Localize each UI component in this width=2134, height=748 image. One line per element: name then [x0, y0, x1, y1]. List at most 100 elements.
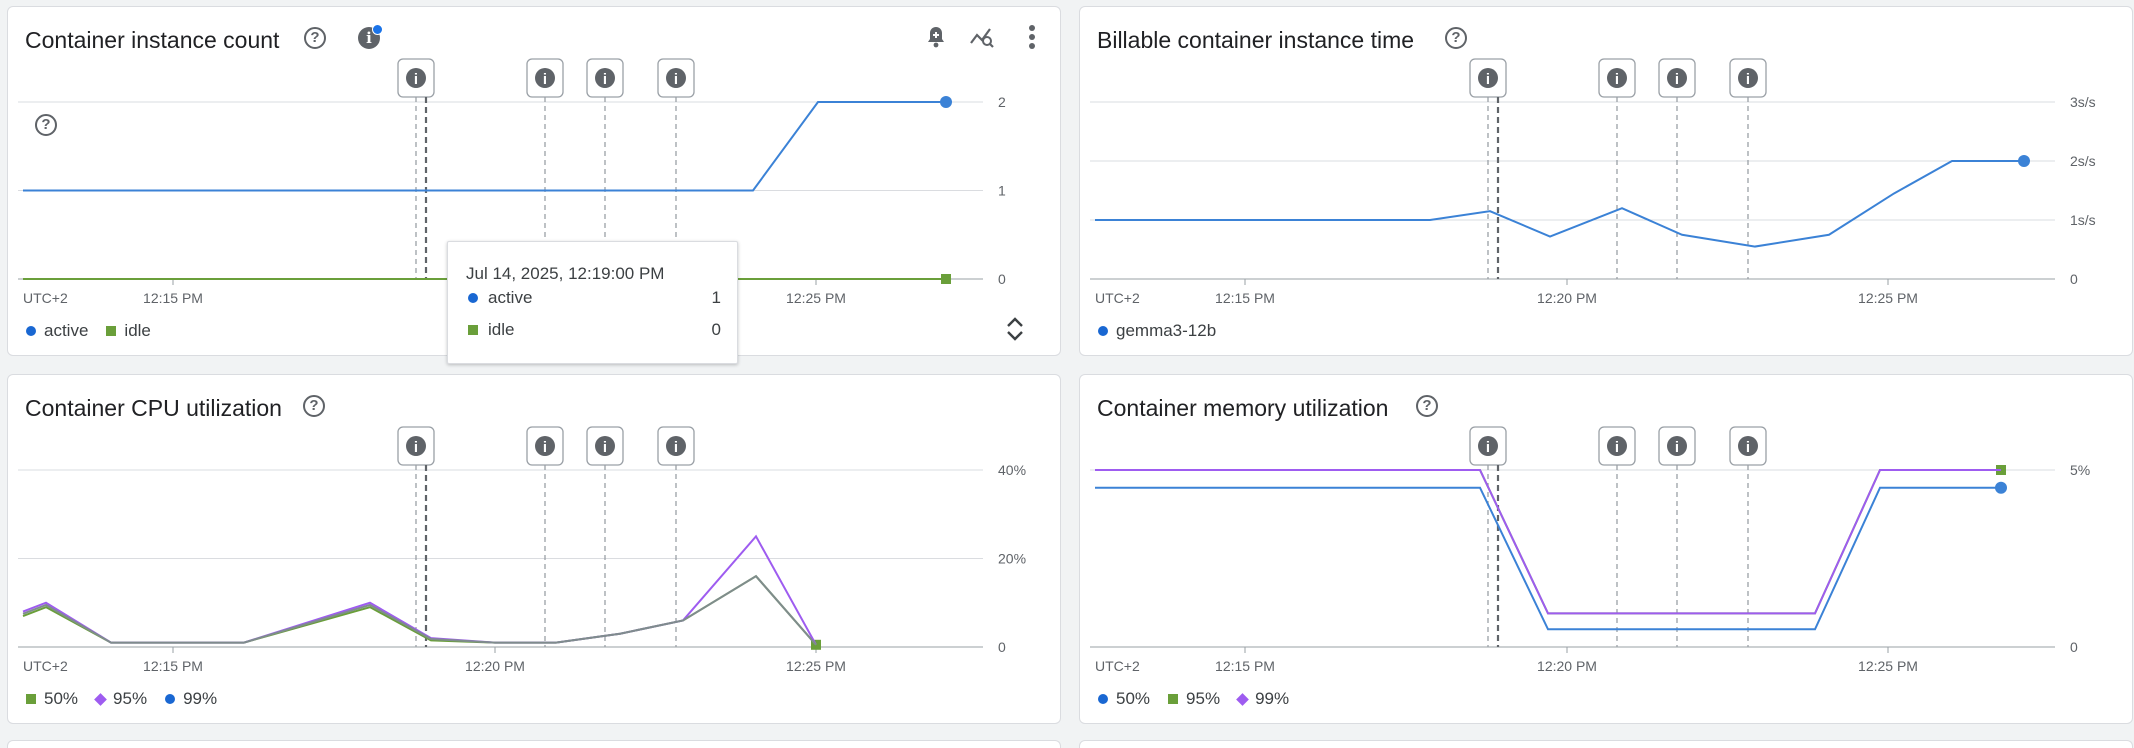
event-info-icon[interactable]: i	[1598, 58, 1636, 98]
event-info-icon[interactable]: i	[1658, 58, 1696, 98]
legend-swatch	[165, 694, 176, 704]
svg-text:i: i	[1615, 71, 1619, 88]
event-info-icon[interactable]: i	[526, 58, 564, 98]
billable-time-chart[interactable]: 3s/s 2s/s 1s/s 0 UTC+2 12:15 PM 12:20 PM 12:25 …	[1080, 7, 2133, 356]
svg-text:i: i	[603, 439, 607, 456]
event-info-icon[interactable]: i	[1469, 426, 1507, 466]
event-info-icon[interactable]: i	[1729, 58, 1767, 98]
x-tick-label: 12:15 PM	[143, 290, 203, 306]
legend-label: 95%	[113, 689, 148, 708]
y-tick-label: 5%	[2070, 462, 2090, 478]
y-tick-label: 1s/s	[2070, 212, 2096, 228]
event-info-icon[interactable]: i	[397, 58, 435, 98]
svg-text:i: i	[674, 71, 678, 88]
chart-legend: 50% 95% 99%	[26, 689, 217, 709]
memory-utilization-chart[interactable]: 5% 0 UTC+2 12:15 PM 12:20 PM 12:25 PM i i i i	[1080, 375, 2133, 724]
chart-card-cpu-utilization: Container CPU utilization ? 40% 20% 0 UTC+2…	[7, 374, 1061, 724]
series-line-99%[interactable]	[1095, 469, 2001, 615]
legend-swatch	[1098, 694, 1108, 704]
series-end-marker-50%	[1995, 481, 2007, 494]
svg-text:i: i	[674, 439, 678, 456]
tooltip-series-value: 0	[711, 320, 721, 339]
timezone-label: UTC+2	[1095, 290, 1140, 306]
legend-item[interactable]: 99%	[1236, 689, 1290, 709]
event-info-icon[interactable]: i	[1598, 426, 1636, 466]
svg-text:i: i	[414, 71, 418, 88]
y-tick-label: 40%	[998, 462, 1026, 478]
series-line-gemma3-12b[interactable]	[1095, 160, 2024, 248]
legend-label: 50%	[1116, 689, 1151, 708]
timezone-label: UTC+2	[23, 290, 68, 306]
svg-text:i: i	[1746, 71, 1750, 88]
chart-card-memory-utilization: Container memory utilization ? 5% 0 UTC+2 1…	[1079, 374, 2133, 724]
legend-swatch	[1236, 692, 1249, 706]
legend-label: gemma3-12b	[1116, 321, 1217, 340]
series-line-active[interactable]	[23, 101, 946, 192]
legend-swatch	[1098, 326, 1108, 336]
legend-item[interactable]: 50%	[1098, 689, 1150, 709]
legend-item[interactable]: 50%	[26, 689, 78, 709]
event-info-icon[interactable]: i	[526, 426, 564, 466]
event-info-icon[interactable]: i	[397, 426, 435, 466]
series-end-marker-idle	[941, 274, 951, 284]
event-info-icon[interactable]: i	[657, 58, 695, 98]
legend-swatch	[1168, 694, 1179, 704]
svg-text:i: i	[414, 439, 418, 456]
legend-item[interactable]: 95%	[94, 689, 148, 709]
event-info-icon[interactable]: i	[586, 58, 624, 98]
legend-swatch	[106, 326, 117, 336]
event-info-icon[interactable]: i	[657, 426, 695, 466]
cpu-utilization-chart[interactable]: 40% 20% 0 UTC+2 12:15 PM 12:20 PM 12:25 PM i i i i	[8, 375, 1061, 724]
y-tick-label: 2	[998, 94, 1006, 110]
x-tick-label: 12:25 PM	[786, 290, 846, 306]
y-tick-label: 0	[998, 271, 1006, 287]
next-chart-card-edge	[1079, 740, 2133, 748]
event-info-icon[interactable]: i	[1729, 426, 1767, 466]
legend-label: 99%	[1255, 689, 1290, 708]
x-tick-label: 12:20 PM	[1537, 290, 1597, 306]
tooltip-timestamp: Jul 14, 2025, 12:19:00 PM	[466, 264, 665, 283]
x-tick-label: 12:25 PM	[1858, 658, 1918, 674]
svg-text:i: i	[1486, 439, 1490, 456]
help-icon[interactable]: ?	[35, 114, 57, 136]
chart-legend: 50% 95% 99%	[1098, 689, 1289, 709]
legend-swatch	[26, 326, 36, 336]
event-info-icon[interactable]: i	[1658, 426, 1696, 466]
series-swatch	[468, 325, 478, 335]
legend-swatch	[94, 692, 107, 706]
next-chart-card-edge	[7, 740, 1061, 748]
timezone-label: UTC+2	[1095, 658, 1140, 674]
x-tick-label: 12:15 PM	[1215, 290, 1275, 306]
x-tick-label: 12:15 PM	[1215, 658, 1275, 674]
event-info-icon[interactable]: i	[586, 426, 624, 466]
timezone-label: UTC+2	[23, 658, 68, 674]
y-tick-label: 0	[2070, 639, 2078, 655]
svg-text:i: i	[543, 71, 547, 88]
series-line-95%[interactable]	[22, 534, 817, 646]
legend-label: active	[44, 321, 89, 340]
series-line-50%[interactable]	[1095, 486, 2001, 631]
chart-legend: gemma3-12b	[1098, 321, 1216, 341]
event-info-icon[interactable]: i	[1469, 58, 1507, 98]
svg-text:i: i	[1675, 439, 1679, 456]
legend-item[interactable]: active	[26, 321, 88, 341]
legend-label: 95%	[1186, 689, 1221, 708]
legend-label: idle	[124, 321, 151, 340]
expand-collapse-icon[interactable]	[1001, 313, 1029, 345]
chart-card-billable-time: Billable container instance time ? 3s/s 2…	[1079, 6, 2133, 356]
legend-item[interactable]: idle	[106, 321, 151, 341]
legend-item[interactable]: 95%	[1168, 689, 1220, 709]
legend-item[interactable]: gemma3-12b	[1098, 321, 1216, 341]
tooltip-series-label: active	[488, 288, 533, 307]
tooltip-row-idle: idle 0	[468, 320, 721, 340]
x-tick-label: 12:15 PM	[143, 658, 203, 674]
y-tick-label: 0	[2070, 271, 2078, 287]
svg-text:i: i	[1746, 439, 1750, 456]
y-tick-label: 2s/s	[2070, 153, 2096, 169]
legend-label: 50%	[44, 689, 79, 708]
legend-label: 99%	[183, 689, 218, 708]
legend-item[interactable]: 99%	[165, 689, 217, 709]
series-line-50%[interactable]	[22, 574, 817, 646]
x-tick-label: 12:20 PM	[465, 658, 525, 674]
series-line-95%[interactable]	[1095, 469, 2001, 615]
